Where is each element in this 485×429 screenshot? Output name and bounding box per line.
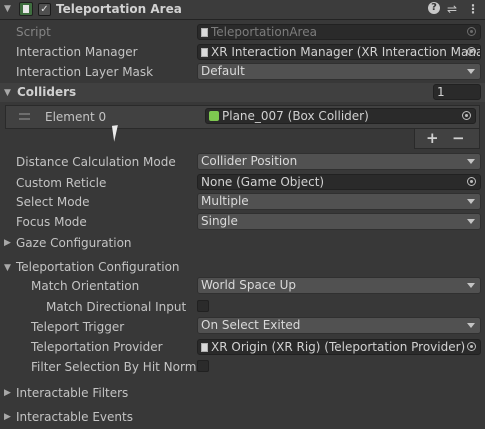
select-mode-label: Select Mode xyxy=(16,195,90,209)
teleportation-provider-field[interactable]: XR Origin (XR Rig) (Teleportation Provid… xyxy=(197,339,481,355)
fold-down-icon[interactable]: ▼ xyxy=(4,88,11,98)
fold-right-icon[interactable]: ▶ xyxy=(4,412,11,422)
list-add-remove-bar: + − xyxy=(414,129,480,149)
object-picker-icon[interactable] xyxy=(462,111,471,120)
select-mode-dropdown[interactable]: Multiple xyxy=(197,193,481,210)
script-file-icon xyxy=(201,28,208,37)
gaze-configuration-foldout[interactable]: Gaze Configuration xyxy=(16,235,132,251)
script-field: TeleportationArea xyxy=(197,24,481,40)
interactable-filters-foldout[interactable]: Interactable Filters xyxy=(16,385,128,401)
filter-selection-checkbox[interactable] xyxy=(197,360,209,372)
chevron-down-icon xyxy=(467,159,475,164)
object-picker-icon[interactable] xyxy=(467,177,476,186)
teleportation-provider-label: Teleportation Provider xyxy=(31,340,163,354)
interaction-layer-mask-label: Interaction Layer Mask xyxy=(16,65,154,79)
component-title: Teleportation Area xyxy=(56,2,182,16)
filter-selection-label: Filter Selection By Hit Normal xyxy=(31,360,208,374)
drag-handle-icon[interactable] xyxy=(19,113,30,120)
script-component-icon xyxy=(19,2,33,16)
fold-down-icon[interactable]: ▼ xyxy=(4,4,11,14)
match-directional-input-label: Match Directional Input xyxy=(46,300,187,314)
object-picker-icon xyxy=(467,27,476,36)
chevron-down-icon xyxy=(467,219,475,224)
interaction-layer-mask-dropdown[interactable]: Default xyxy=(197,63,481,80)
fold-right-icon[interactable]: ▶ xyxy=(4,238,11,248)
object-picker-icon[interactable] xyxy=(467,342,476,351)
colliders-label: Colliders xyxy=(17,85,77,99)
custom-reticle-label: Custom Reticle xyxy=(16,176,107,190)
chevron-down-icon xyxy=(467,69,475,74)
help-icon[interactable]: ? xyxy=(428,2,440,14)
focus-mode-label: Focus Mode xyxy=(16,215,87,229)
interaction-manager-label: Interaction Manager xyxy=(16,45,138,59)
box-collider-icon xyxy=(209,111,219,121)
teleport-trigger-dropdown[interactable]: On Select Exited xyxy=(197,317,481,334)
chevron-down-icon xyxy=(467,199,475,204)
element-0-label: Element 0 xyxy=(45,110,107,124)
match-orientation-dropdown[interactable]: World Space Up xyxy=(197,277,481,294)
add-element-button[interactable]: + xyxy=(426,128,439,148)
distance-calculation-mode-label: Distance Calculation Mode xyxy=(16,155,176,169)
interaction-manager-field[interactable]: XR Interaction Manager (XR Interaction M… xyxy=(197,44,481,60)
custom-reticle-field[interactable]: None (Game Object) xyxy=(197,174,481,190)
colliders-size-field[interactable]: 1 xyxy=(433,84,481,100)
script-label: Script xyxy=(16,25,51,39)
teleport-trigger-label: Teleport Trigger xyxy=(31,320,125,334)
enabled-checkbox[interactable]: ✓ xyxy=(38,3,51,16)
chevron-down-icon xyxy=(467,323,475,328)
distance-calculation-mode-dropdown[interactable]: Collider Position xyxy=(197,153,481,170)
match-directional-input-checkbox[interactable] xyxy=(197,300,209,312)
chevron-down-icon xyxy=(467,283,475,288)
script-file-icon xyxy=(201,343,208,352)
mouse-cursor-icon xyxy=(111,124,127,142)
object-picker-icon[interactable] xyxy=(467,47,476,56)
interactable-events-foldout[interactable]: Interactable Events xyxy=(16,409,133,425)
teleportation-configuration-foldout[interactable]: Teleportation Configuration xyxy=(16,259,180,275)
fold-down-icon[interactable]: ▼ xyxy=(4,263,11,273)
more-options-icon[interactable]: ⋮ xyxy=(467,1,479,17)
remove-element-button[interactable]: − xyxy=(452,128,465,148)
script-file-icon xyxy=(201,48,208,57)
element-0-field[interactable]: Plane_007 (Box Collider) xyxy=(205,108,476,124)
fold-right-icon[interactable]: ▶ xyxy=(4,388,11,398)
focus-mode-dropdown[interactable]: Single xyxy=(197,213,481,230)
match-orientation-label: Match Orientation xyxy=(31,279,140,293)
preset-icon[interactable]: ⇌ xyxy=(447,1,457,17)
